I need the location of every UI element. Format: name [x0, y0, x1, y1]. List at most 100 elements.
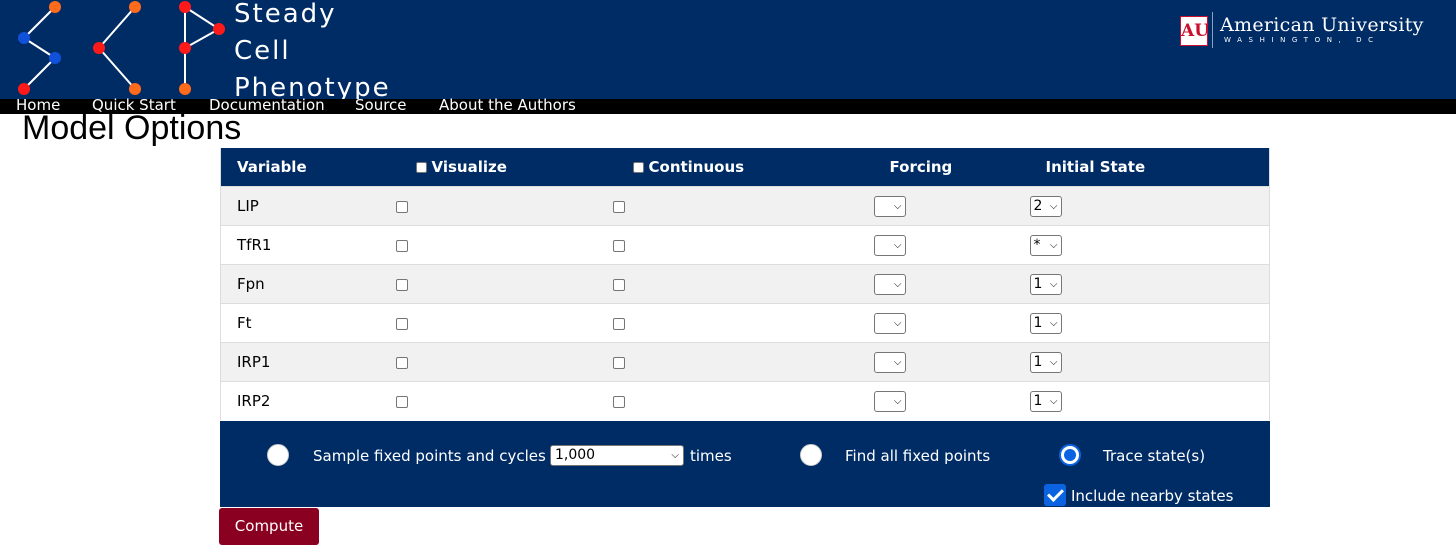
- forcing-select[interactable]: ⌵: [873, 273, 906, 295]
- continuous-checkbox[interactable]: [612, 278, 625, 291]
- visualize-checkbox[interactable]: [395, 200, 408, 213]
- table-row: IRP2 ⌵ 1 ⌵: [220, 381, 1270, 420]
- sample-count-select[interactable]: 1,000 ⌵: [550, 445, 684, 466]
- initial-state-select[interactable]: * ⌵: [1029, 234, 1062, 256]
- forcing-cell: ⌵: [873, 264, 1030, 304]
- visualize-checkbox[interactable]: [395, 356, 408, 369]
- column-header-visualize: Visualize: [399, 148, 617, 187]
- site-header: Steady Cell Phenotype AU American Univer…: [0, 0, 1456, 103]
- chevron-down-icon: ⌵: [1049, 200, 1058, 212]
- continuous-checkbox[interactable]: [612, 317, 625, 330]
- network-graph-logo-icon[interactable]: [0, 0, 230, 100]
- table-row: TfR1 ⌵ * ⌵: [220, 225, 1270, 265]
- visualize-checkbox[interactable]: [395, 317, 408, 330]
- page-title: Model Options: [22, 109, 242, 147]
- variable-name: LIP: [220, 186, 400, 226]
- forcing-select[interactable]: ⌵: [873, 234, 906, 256]
- initial-state-cell: 1 ⌵: [1029, 381, 1270, 420]
- continuous-checkbox[interactable]: [612, 200, 625, 213]
- column-header-initial-state: Initial State: [1029, 148, 1270, 187]
- continuous-cell: [612, 342, 874, 382]
- variable-name: Ft: [220, 303, 400, 343]
- trace-label: Trace state(s): [1103, 447, 1206, 465]
- continuous-cell: [612, 225, 874, 265]
- times-label: times: [690, 447, 732, 465]
- find-all-label: Find all fixed points: [845, 447, 991, 465]
- include-nearby-checkbox[interactable]: [1044, 484, 1066, 506]
- sample-label: Sample fixed points and cycles: [313, 447, 546, 465]
- brand-line: Cell: [234, 36, 291, 66]
- forcing-cell: ⌵: [873, 303, 1030, 343]
- forcing-select[interactable]: ⌵: [873, 351, 906, 373]
- select-value: 1: [1033, 314, 1043, 331]
- table-row: Fpn ⌵ 1 ⌵: [220, 264, 1270, 304]
- divider: [1212, 12, 1213, 48]
- select-value: 1: [1033, 353, 1043, 370]
- forcing-cell: ⌵: [873, 381, 1030, 420]
- continuous-checkbox[interactable]: [612, 356, 625, 369]
- continuous-checkbox[interactable]: [612, 239, 625, 252]
- site-brand[interactable]: Steady Cell Phenotype: [234, 0, 391, 107]
- visualize-checkbox[interactable]: [395, 239, 408, 252]
- university-name: American University: [1220, 14, 1424, 36]
- chevron-down-icon: ⌵: [1049, 395, 1058, 407]
- nav-source[interactable]: Source: [355, 96, 407, 114]
- column-header-variable: Variable: [220, 148, 400, 187]
- variable-name: IRP1: [220, 342, 400, 382]
- table-row: Ft ⌵ 1 ⌵: [220, 303, 1270, 343]
- chevron-down-icon: ⌵: [893, 278, 902, 290]
- chevron-down-icon: ⌵: [893, 395, 902, 407]
- continuous-all-checkbox[interactable]: [632, 162, 644, 173]
- visualize-cell: [395, 342, 617, 382]
- chevron-down-icon: ⌵: [1049, 317, 1058, 329]
- column-header-label: Continuous: [648, 158, 745, 176]
- compute-button[interactable]: Compute: [219, 508, 319, 545]
- visualize-cell: [395, 186, 617, 226]
- initial-state-select[interactable]: 1 ⌵: [1029, 312, 1062, 334]
- initial-state-cell: 1 ⌵: [1029, 342, 1270, 382]
- initial-state-cell: 1 ⌵: [1029, 303, 1270, 343]
- initial-state-select[interactable]: 1 ⌵: [1029, 351, 1062, 373]
- chevron-down-icon: ⌵: [893, 356, 902, 368]
- continuous-cell: [612, 303, 874, 343]
- visualize-cell: [395, 264, 617, 304]
- au-seal-icon: AU: [1180, 16, 1209, 46]
- select-value: 1: [1033, 275, 1043, 292]
- university-location: WASHINGTON, DC: [1224, 36, 1380, 44]
- variable-name: IRP2: [220, 381, 400, 420]
- initial-state-cell: * ⌵: [1029, 225, 1270, 265]
- continuous-cell: [612, 186, 874, 226]
- variables-table: Variable Visualize Continuous Forcing In…: [220, 148, 1270, 420]
- table-row: IRP1 ⌵ 1 ⌵: [220, 342, 1270, 382]
- select-value: 1,000: [555, 447, 596, 463]
- chevron-down-icon: ⌵: [1049, 356, 1058, 368]
- continuous-cell: [612, 381, 874, 420]
- chevron-down-icon: ⌵: [1049, 278, 1058, 290]
- continuous-checkbox[interactable]: [612, 395, 625, 408]
- column-header-continuous: Continuous: [616, 148, 874, 187]
- sample-radio[interactable]: [267, 444, 289, 466]
- visualize-all-checkbox[interactable]: [415, 162, 427, 173]
- initial-state-select[interactable]: 1 ⌵: [1029, 273, 1062, 295]
- forcing-cell: ⌵: [873, 225, 1030, 265]
- nav-about-authors[interactable]: About the Authors: [439, 96, 576, 114]
- include-nearby-label: Include nearby states: [1071, 487, 1234, 505]
- visualize-checkbox[interactable]: [395, 395, 408, 408]
- initial-state-cell: 2 ⌵: [1029, 186, 1270, 226]
- visualize-cell: [395, 303, 617, 343]
- visualize-checkbox[interactable]: [395, 278, 408, 291]
- brand-line: Steady: [234, 0, 337, 29]
- university-name-text: American University: [1220, 14, 1424, 36]
- forcing-select[interactable]: ⌵: [873, 312, 906, 334]
- find-all-radio[interactable]: [800, 444, 822, 466]
- forcing-select[interactable]: ⌵: [873, 195, 906, 217]
- forcing-cell: ⌵: [873, 186, 1030, 226]
- column-header-forcing: Forcing: [873, 148, 1030, 187]
- trace-radio[interactable]: [1059, 444, 1081, 466]
- visualize-cell: [395, 381, 617, 420]
- initial-state-select[interactable]: 1 ⌵: [1029, 390, 1062, 412]
- visualize-cell: [395, 225, 617, 265]
- forcing-select[interactable]: ⌵: [873, 390, 906, 412]
- initial-state-select[interactable]: 2 ⌵: [1029, 195, 1062, 217]
- column-header-label: Visualize: [431, 158, 507, 176]
